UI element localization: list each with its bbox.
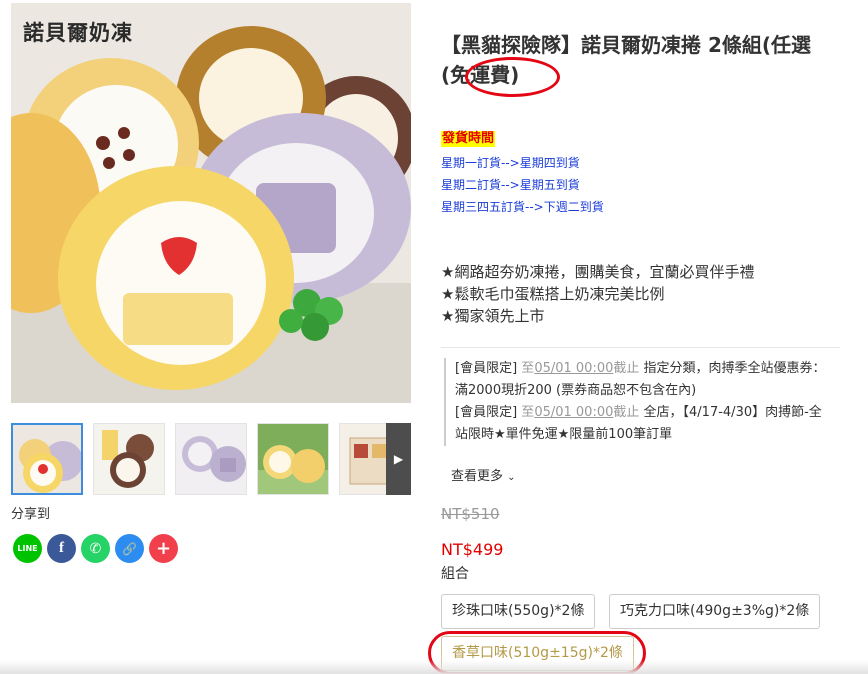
facebook-share-icon[interactable]: f	[47, 534, 76, 563]
original-price: NT$510	[441, 505, 500, 523]
feature-item: ★網路超夯奶凍捲，團購美食，宜蘭必買伴手禮	[441, 263, 755, 281]
promotion-text: 指定分類，肉搏季全站優惠券：	[643, 361, 826, 376]
line-share-icon[interactable]: LINE	[13, 534, 42, 563]
thumbnail-4[interactable]	[257, 423, 329, 495]
promotion-text: 全店，【4/17-4/30】肉搏節-全	[643, 405, 822, 420]
thumbnail-2[interactable]	[93, 423, 165, 495]
shipping-time-heading: 發貨時間	[441, 131, 496, 147]
whatsapp-share-icon[interactable]: ✆	[81, 534, 110, 563]
promotion-tag: [會員限定]	[455, 361, 518, 376]
promotion-period: 至05/01 00:00截止	[521, 361, 640, 376]
promotion-item: [會員限定] 至05/01 00:00截止 指定分類，肉搏季全站優惠券：	[455, 358, 842, 380]
promotion-text-line: 站限時★單件免運★限量前100筆訂單	[455, 427, 673, 442]
promotion-item: [會員限定] 至05/01 00:00截止 全店，【4/17-4/30】肉搏節-…	[455, 402, 842, 424]
feature-item: ★獨家領先上市	[441, 307, 545, 325]
thumbnail-4-image	[258, 424, 328, 494]
product-title: 【黑貓探險隊】諾貝爾奶凍捲 2條組(任選(免運費)	[441, 33, 812, 87]
bottom-scroll-shadow	[0, 660, 868, 674]
feature-list: ★網路超夯奶凍捲，團購美食，宜蘭必買伴手禮 ★鬆軟毛巾蛋糕搭上奶凍完美比例 ★獨…	[441, 261, 754, 327]
sale-price: NT$499	[441, 540, 504, 559]
cake-illustration	[11, 3, 411, 403]
thumbnail-1-image	[13, 425, 81, 493]
chevron-down-icon: ⌄	[507, 472, 516, 483]
shipping-line: 星期三四五訂貨-->下週二到貨	[441, 200, 604, 214]
brand-logo: 諾貝爾奶凍	[23, 20, 133, 45]
thumbnail-3-image	[176, 424, 246, 494]
see-more-link[interactable]: 查看更多 ⌄	[451, 465, 516, 484]
more-share-icon[interactable]: +	[149, 534, 178, 563]
copy-link-icon[interactable]: 🔗	[115, 534, 144, 563]
promotion-list: [會員限定] 至05/01 00:00截止 指定分類，肉搏季全站優惠券： 滿20…	[444, 358, 842, 446]
shipping-line: 星期一訂貨-->星期四到貨	[441, 156, 580, 170]
thumbnail-2-image	[94, 424, 164, 494]
option-group-label: 組合	[441, 566, 469, 582]
see-more-label: 查看更多	[451, 469, 504, 484]
product-main-image[interactable]: 諾貝爾奶凍	[11, 3, 411, 403]
promotion-text-line: 滿2000現折200 (票券商品恕不包含在內)	[455, 383, 697, 398]
thumbnail-1[interactable]	[11, 423, 83, 495]
promotion-period: 至05/01 00:00截止	[521, 405, 640, 420]
thumbnail-gallery: ▶	[11, 423, 411, 495]
thumbnail-3[interactable]	[175, 423, 247, 495]
feature-item: ★鬆軟毛巾蛋糕搭上奶凍完美比例	[441, 285, 665, 303]
shipping-line: 星期二訂貨-->星期五到貨	[441, 178, 580, 192]
promotion-tag: [會員限定]	[455, 405, 518, 420]
chevron-right-icon[interactable]: ▶	[386, 423, 411, 495]
option-pearl[interactable]: 珍珠口味(550g)*2條	[441, 594, 596, 629]
option-chocolate[interactable]: 巧克力口味(490g±3%g)*2條	[609, 594, 821, 629]
share-buttons: LINE f ✆ 🔗 +	[13, 534, 178, 563]
share-label: 分享到	[11, 507, 51, 522]
shipping-schedule: 星期一訂貨-->星期四到貨 星期二訂貨-->星期五到貨 星期三四五訂貨-->下週…	[441, 152, 604, 218]
divider	[441, 347, 840, 348]
